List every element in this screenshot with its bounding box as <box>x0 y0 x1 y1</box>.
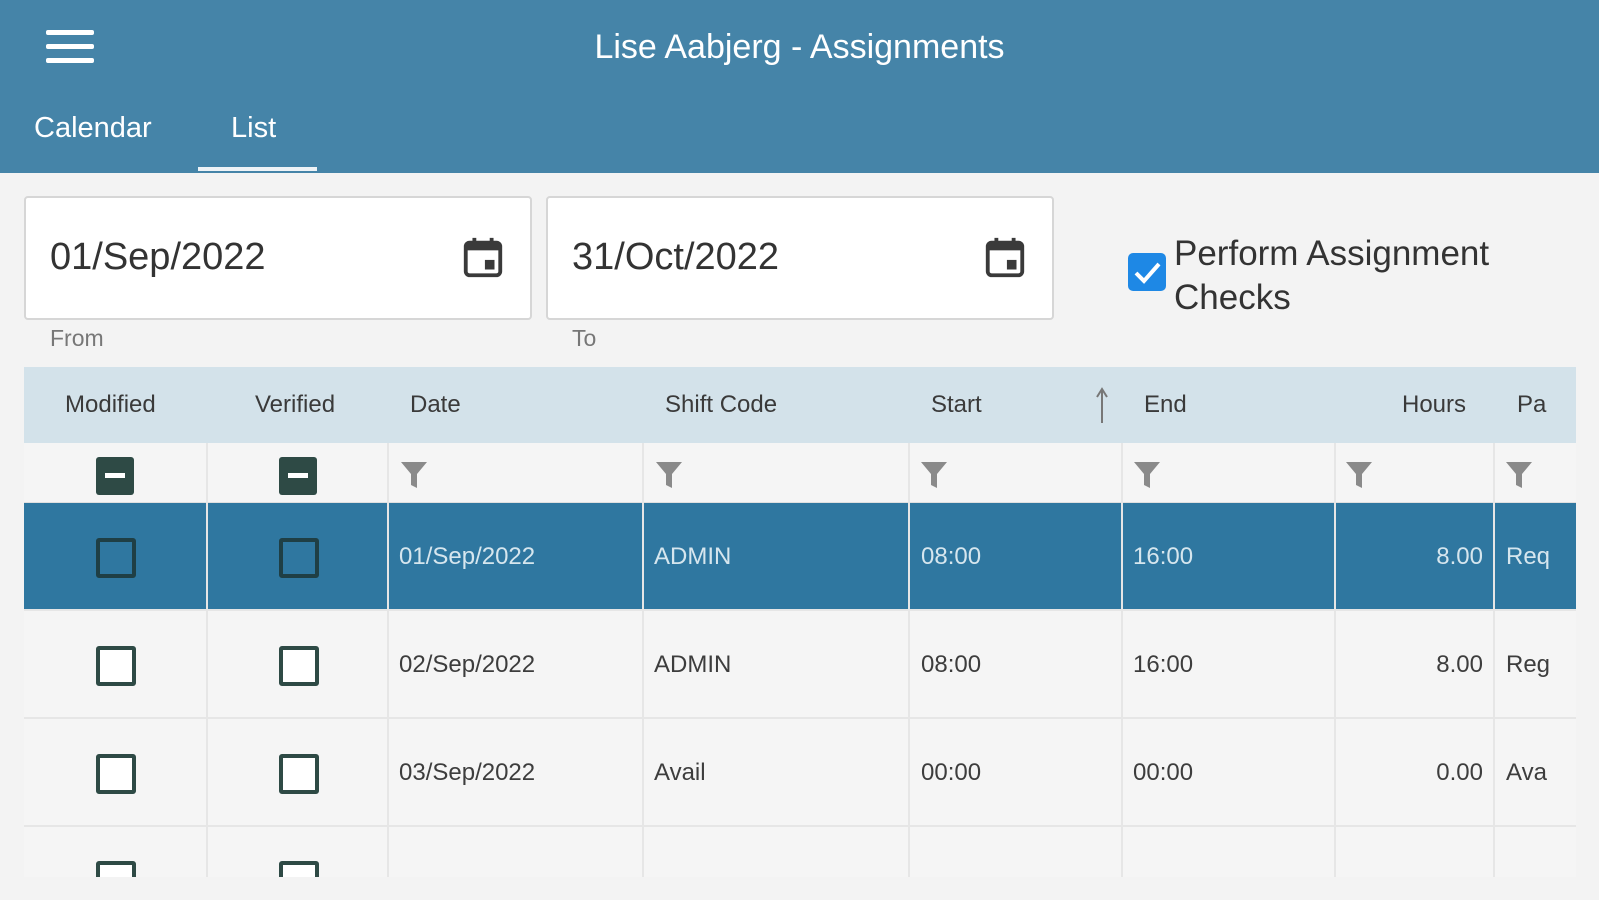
column-header-modified[interactable]: Modified <box>65 391 156 419</box>
modified-checkbox[interactable] <box>96 646 136 686</box>
shift-code-cell: ADMIN <box>654 543 732 570</box>
assignments-grid: Modified Verified Date Shift Code Start … <box>24 367 1576 877</box>
to-date-field[interactable]: 31/Oct/2022 <box>546 196 1054 320</box>
hours-cell: 8.00 <box>1436 543 1483 570</box>
verified-select-all-checkbox[interactable] <box>279 457 317 495</box>
filter-icon[interactable] <box>919 459 949 491</box>
active-tab-indicator <box>198 167 317 171</box>
column-divider <box>642 443 644 877</box>
calendar-icon[interactable] <box>460 234 506 282</box>
column-divider <box>206 443 208 877</box>
shift-code-cell: ADMIN <box>654 651 732 678</box>
filter-icon[interactable] <box>399 459 429 491</box>
page-title: Lise Aabjerg - Assignments <box>594 28 1005 66</box>
modified-checkbox[interactable] <box>96 754 136 794</box>
date-cell: 01/Sep/2022 <box>399 543 536 570</box>
column-header-hours[interactable]: Hours <box>1402 391 1466 419</box>
verified-checkbox[interactable] <box>279 861 319 877</box>
filter-icon[interactable] <box>1132 459 1162 491</box>
date-cell: 03/Sep/2022 <box>399 759 536 786</box>
table-row[interactable]: 02/Sep/2022 ADMIN 08:00 16:00 8.00 Reg <box>24 611 1576 719</box>
start-cell: 00:00 <box>921 759 982 786</box>
pay-cell: Reg <box>1506 651 1551 678</box>
from-label: From <box>50 325 104 351</box>
end-cell: 00:00 <box>1133 759 1194 786</box>
column-divider <box>1334 443 1336 877</box>
to-date-value: 31/Oct/2022 <box>572 236 780 278</box>
sort-arrow-icon[interactable] <box>1094 385 1110 425</box>
check-icon <box>1134 262 1161 284</box>
date-cell: 02/Sep/2022 <box>399 651 536 678</box>
pay-cell: Req <box>1506 543 1551 570</box>
verified-checkbox[interactable] <box>279 646 319 686</box>
perform-checks-label: Perform Assignment Checks <box>1174 234 1490 317</box>
modified-checkbox[interactable] <box>96 538 136 578</box>
verified-checkbox[interactable] <box>279 754 319 794</box>
table-row[interactable]: 03/Sep/2022 Avail 00:00 00:00 0.00 Ava <box>24 719 1576 827</box>
filter-icon[interactable] <box>1504 459 1534 491</box>
filter-row <box>24 443 1576 503</box>
to-label: To <box>572 325 597 351</box>
column-divider <box>1493 443 1495 877</box>
filter-icon[interactable] <box>654 459 684 491</box>
tab-calendar[interactable]: Calendar <box>34 112 152 145</box>
app-bar: Lise Aabjerg - Assignments Calendar List <box>0 0 1599 173</box>
table-row[interactable] <box>24 827 1576 877</box>
from-date-field[interactable]: 01/Sep/2022 <box>24 196 532 320</box>
hours-cell: 0.00 <box>1436 759 1483 786</box>
column-divider <box>908 443 910 877</box>
column-header-start[interactable]: Start <box>931 391 982 419</box>
column-header-pay[interactable]: Pa <box>1517 391 1546 419</box>
column-divider <box>1121 443 1123 877</box>
end-cell: 16:00 <box>1133 543 1194 570</box>
verified-checkbox[interactable] <box>279 538 319 578</box>
pay-cell: Ava <box>1506 759 1547 786</box>
column-header-shift-code[interactable]: Shift Code <box>665 391 777 419</box>
column-header-date[interactable]: Date <box>410 391 461 419</box>
grid-header: Modified Verified Date Shift Code Start … <box>24 367 1576 443</box>
end-cell: 16:00 <box>1133 651 1194 678</box>
start-cell: 08:00 <box>921 543 982 570</box>
from-date-value: 01/Sep/2022 <box>50 236 266 278</box>
column-header-end[interactable]: End <box>1144 391 1187 419</box>
shift-code-cell: Avail <box>654 759 706 786</box>
modified-select-all-checkbox[interactable] <box>96 457 134 495</box>
hours-cell: 8.00 <box>1436 651 1483 678</box>
column-divider <box>387 443 389 877</box>
start-cell: 08:00 <box>921 651 982 678</box>
filter-icon[interactable] <box>1344 459 1374 491</box>
calendar-icon[interactable] <box>982 234 1028 282</box>
perform-checks-checkbox[interactable] <box>1128 253 1166 291</box>
tab-list[interactable]: List <box>231 112 276 145</box>
modified-checkbox[interactable] <box>96 861 136 877</box>
table-row[interactable]: 01/Sep/2022 ADMIN 08:00 16:00 8.00 Req <box>24 503 1576 611</box>
column-header-verified[interactable]: Verified <box>255 391 335 419</box>
